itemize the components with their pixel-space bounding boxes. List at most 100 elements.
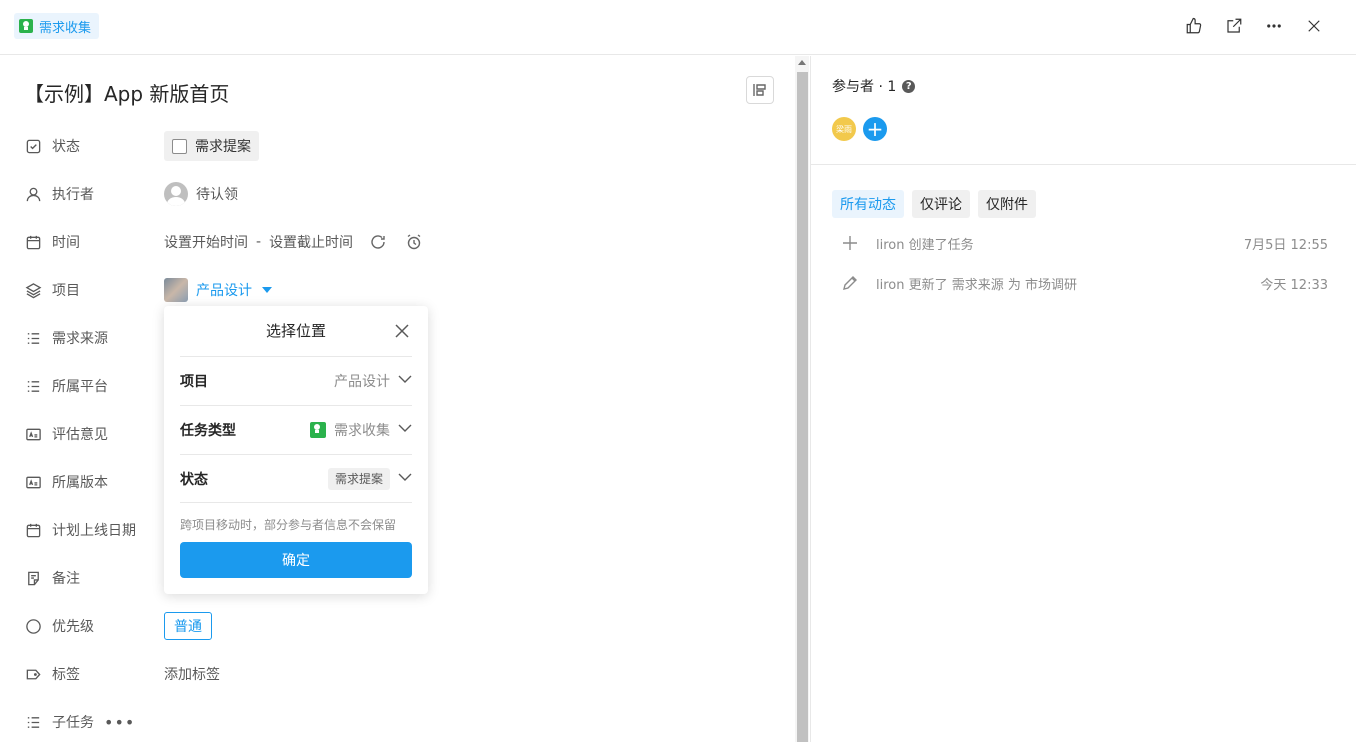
field-priority: 优先级: [24, 614, 94, 638]
tag-icon: [24, 665, 42, 683]
popover-task-type-row[interactable]: 任务类型 需求收集: [180, 405, 412, 454]
scroll-up-arrow-icon[interactable]: [798, 60, 806, 65]
help-icon[interactable]: ?: [902, 79, 916, 93]
like-button[interactable]: [1182, 14, 1206, 38]
layout-icon: [753, 84, 766, 96]
activity-tabs: 所有动态 仅评论 仅附件: [832, 190, 1036, 218]
start-time-button[interactable]: 设置开始时间: [164, 232, 248, 252]
field-version[interactable]: 所属版本: [24, 470, 108, 494]
calendar-icon: [24, 521, 42, 539]
field-label: 状态: [52, 139, 80, 155]
participants-label: 参与者 · 1: [832, 79, 897, 95]
priority-value: 普通: [164, 612, 212, 640]
tab-comments-only[interactable]: 仅评论: [912, 190, 970, 218]
row-label: 状态: [180, 471, 208, 488]
layout-toggle-button[interactable]: [746, 76, 774, 104]
field-source[interactable]: 需求来源: [24, 326, 108, 350]
project-select-value: 产品设计: [334, 374, 390, 390]
close-icon: [1308, 20, 1320, 32]
field-label: 标签: [52, 667, 80, 683]
popover-close-button[interactable]: [394, 323, 410, 339]
list-item: liron 更新了 需求来源 为 市场调研 今天 12:33: [840, 273, 1328, 293]
status-select-value: 需求提案: [327, 467, 390, 490]
add-tag-button[interactable]: 添加标签: [164, 664, 220, 684]
field-label: 计划上线日期: [52, 523, 136, 539]
field-launch-date[interactable]: 计划上线日期: [24, 518, 136, 542]
checkbox-icon: [24, 137, 42, 155]
chevron-down-icon: [398, 372, 412, 390]
field-label: 时间: [52, 235, 80, 251]
end-time-button[interactable]: 设置截止时间: [269, 232, 353, 252]
status-chip[interactable]: 需求提案: [164, 131, 259, 161]
task-title[interactable]: 【示例】App 新版首页: [24, 78, 229, 107]
layers-icon: [24, 281, 42, 299]
lightbulb-icon: [310, 422, 326, 438]
activity-pane: 参与者 · 1 ? 梁雨 + 所有动态 仅评论 仅附件 liron 创建了任务 …: [811, 56, 1356, 742]
activity-text: liron 创建了任务: [876, 237, 974, 253]
field-platform[interactable]: 所属平台: [24, 374, 108, 398]
participants-header: 参与者 · 1 ?: [832, 76, 916, 96]
field-notes[interactable]: 备注: [24, 566, 80, 590]
avatar: [164, 182, 188, 206]
field-label: 所属版本: [52, 475, 108, 491]
field-label: 需求来源: [52, 331, 108, 347]
project-selector[interactable]: 产品设计: [164, 278, 272, 302]
row-label: 任务类型: [180, 423, 236, 439]
avatar[interactable]: 梁雨: [832, 117, 856, 141]
user-icon: [24, 185, 42, 203]
field-label: 项目: [52, 283, 80, 299]
divider: [811, 164, 1356, 165]
field-label: 执行者: [52, 187, 94, 203]
tab-attachments-only[interactable]: 仅附件: [978, 190, 1036, 218]
field-tags: 标签: [24, 662, 80, 686]
thumbs-up-icon: [1186, 17, 1202, 34]
project-thumbnail: [164, 278, 188, 302]
more-button[interactable]: [1262, 14, 1286, 38]
field-label: 评估意见: [52, 427, 108, 443]
list-icon: [24, 329, 42, 347]
repeat-button[interactable]: [369, 233, 387, 251]
top-bar: 需求收集: [0, 0, 1356, 55]
caret-down-icon: [262, 287, 272, 293]
field-label: 备注: [52, 571, 80, 587]
open-new-window-button[interactable]: [1222, 14, 1246, 38]
assignee-value[interactable]: 待认领: [164, 182, 238, 206]
row-label: 项目: [180, 374, 208, 390]
popover-project-row[interactable]: 项目 产品设计: [180, 356, 412, 405]
task-type-badge[interactable]: 需求收集: [14, 13, 100, 39]
time-separator: -: [256, 234, 262, 250]
lightbulb-icon: [19, 19, 33, 33]
select-location-popover: 选择位置 项目 产品设计 任务类型 需求收集 状态 需求提案 跨项目移动时，部分…: [164, 306, 428, 594]
external-link-icon: [1227, 18, 1242, 33]
tab-all-activity[interactable]: 所有动态: [832, 190, 904, 218]
status-checkbox[interactable]: [172, 138, 187, 154]
task-type-label: 需求收集: [39, 20, 92, 36]
status-text: 需求提案: [195, 139, 251, 155]
time-value: 设置开始时间 - 设置截止时间: [164, 230, 423, 254]
confirm-button[interactable]: 确定: [180, 542, 412, 578]
priority-chip[interactable]: 普通: [164, 612, 212, 640]
activity-time: 今天 12:33: [1260, 277, 1328, 293]
top-actions: [1182, 14, 1326, 38]
scrollbar-thumb[interactable]: [797, 72, 808, 742]
task-type-select-value: 需求收集: [334, 423, 390, 439]
reminder-button[interactable]: [405, 233, 423, 251]
close-button[interactable]: [1302, 14, 1326, 38]
calendar-icon: [24, 233, 42, 251]
repeat-icon: [371, 235, 385, 249]
field-project: 项目: [24, 278, 80, 302]
add-participant-button[interactable]: +: [863, 117, 887, 141]
close-icon: [395, 324, 409, 338]
popover-title: 选择位置: [265, 322, 326, 340]
subtasks-more-button[interactable]: •••: [104, 713, 135, 732]
status-value: 需求提案: [164, 131, 259, 161]
tags-value: 添加标签: [164, 664, 220, 684]
field-label: 子任务: [52, 715, 94, 731]
plus-icon: [840, 233, 860, 253]
field-label: 优先级: [52, 619, 94, 635]
popover-status-row[interactable]: 状态 需求提案: [180, 454, 412, 503]
activity-time: 7月5日 12:55: [1243, 237, 1328, 253]
circle-icon: [24, 617, 42, 635]
list-item: liron 创建了任务 7月5日 12:55: [840, 233, 1328, 253]
field-review[interactable]: 评估意见: [24, 422, 108, 446]
